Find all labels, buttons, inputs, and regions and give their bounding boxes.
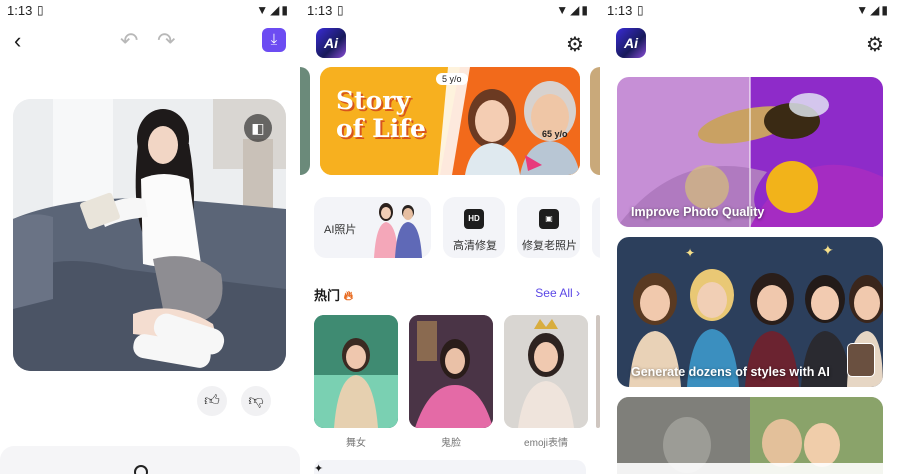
story-of-life-banner[interactable]: Story of Life 5 y/o 65 y/o xyxy=(320,67,580,175)
editor-screen: 1:13 ▯ ▼◢▮ ‹ ↶ ↷ ⤓ ◧ 👍︎ 👎︎ xyxy=(0,0,300,474)
carousel-next-edge[interactable] xyxy=(590,67,600,175)
hot-card-dancer[interactable] xyxy=(314,315,398,428)
app-logo: Ai xyxy=(316,28,346,58)
hot-card-grimace[interactable] xyxy=(409,315,493,428)
hd-icon: HD xyxy=(464,209,484,229)
sparkle-icon: ✦ xyxy=(314,463,324,474)
see-all-link[interactable]: See All › xyxy=(535,286,580,300)
chevron-left-icon[interactable]: ‹ xyxy=(14,28,21,54)
thumbs-up-icon: 👍︎ xyxy=(204,392,220,409)
status-bar: 1:13 ▯ ▼◢▮ xyxy=(600,0,900,22)
restore-old-photo-card[interactable] xyxy=(617,397,883,474)
improve-photo-quality-card[interactable]: Improve Photo Quality xyxy=(617,77,883,227)
status-time: 1:13 xyxy=(7,3,33,18)
generate-styles-card[interactable]: ✦ ✦ Generate dozens of styles with AI xyxy=(617,237,883,387)
status-time: 1:13 xyxy=(307,3,333,18)
section-title-hot: 热门 🔥︎ xyxy=(314,288,354,303)
thumbs-down-icon: 👎︎ xyxy=(248,392,264,409)
status-bar: 1:13 ▯ ▼◢▮ xyxy=(0,0,300,22)
feature-hd-restore[interactable]: HD 高清修复 xyxy=(443,197,505,258)
gear-icon[interactable]: ⚙ xyxy=(566,32,584,57)
undo-icon[interactable]: ↶ xyxy=(120,28,138,54)
fire-icon: 🔥︎ xyxy=(343,288,354,303)
edited-photo xyxy=(13,99,286,371)
feature-label: AI照片 xyxy=(324,224,357,236)
thumbs-down-button[interactable]: 👎︎ xyxy=(241,386,271,416)
status-time: 1:13 xyxy=(607,3,633,18)
sheet-icon xyxy=(134,465,148,474)
carousel-prev-edge[interactable] xyxy=(300,67,310,175)
download-icon: ⤓ xyxy=(270,31,278,48)
feature-label: 修复老照片 xyxy=(522,240,577,252)
bottom-sheet[interactable] xyxy=(0,446,300,474)
age-badge-old: 65 y/o xyxy=(542,129,568,139)
thumbs-up-button[interactable]: 👍︎ xyxy=(197,386,227,416)
app-logo: Ai xyxy=(616,28,646,58)
system-status-icons: ▼◢▮ xyxy=(556,3,590,17)
features-screen: 1:13 ▯ ▼◢▮ Ai ⚙ Improve Photo Quality ✦ … xyxy=(600,0,900,474)
feature-next-peek[interactable] xyxy=(592,197,600,258)
svg-text:✦: ✦ xyxy=(685,246,695,260)
chevron-right-icon: › xyxy=(576,286,580,300)
status-bar: 1:13 ▯ ▼◢▮ xyxy=(300,0,600,22)
next-section-peek[interactable] xyxy=(314,460,586,474)
feature-ai-photo[interactable]: AI照片 xyxy=(314,197,431,258)
card-title: Improve Photo Quality xyxy=(631,205,765,219)
sim-card-icon: ▯ xyxy=(337,3,344,17)
sim-card-icon: ▯ xyxy=(37,3,44,17)
hot-card-label: emoji表情 xyxy=(524,438,568,449)
hot-card-label: 鬼脸 xyxy=(441,438,461,449)
redo-icon[interactable]: ↷ xyxy=(157,28,175,54)
compare-icon[interactable]: ◧ xyxy=(244,114,272,142)
style-thumbnail[interactable] xyxy=(847,343,875,377)
image-icon: ▣ xyxy=(539,209,559,229)
feature-label: 高清修复 xyxy=(453,240,497,252)
banner-title-line1: Story xyxy=(336,86,410,115)
download-button[interactable]: ⤓ xyxy=(262,28,286,52)
home-screen: 1:13 ▯ ▼◢▮ Ai ⚙ Story of Life 5 y/o 65 y… xyxy=(300,0,600,474)
sim-card-icon: ▯ xyxy=(637,3,644,17)
age-badge-young: 5 y/o xyxy=(436,73,468,85)
card-title: Generate dozens of styles with AI xyxy=(631,365,830,379)
gear-icon[interactable]: ⚙ xyxy=(866,32,884,57)
feature-old-photo-restore[interactable]: ▣ 修复老照片 xyxy=(517,197,580,258)
system-status-icons: ▼◢▮ xyxy=(256,3,290,17)
hot-card-emoji[interactable] xyxy=(504,315,588,428)
system-status-icons: ▼◢▮ xyxy=(856,3,890,17)
feature-ai-photo-image xyxy=(374,203,422,258)
banner-title-line2: of Life xyxy=(336,114,426,143)
hot-card-label: 舞女 xyxy=(346,438,366,449)
svg-text:✦: ✦ xyxy=(822,243,834,259)
